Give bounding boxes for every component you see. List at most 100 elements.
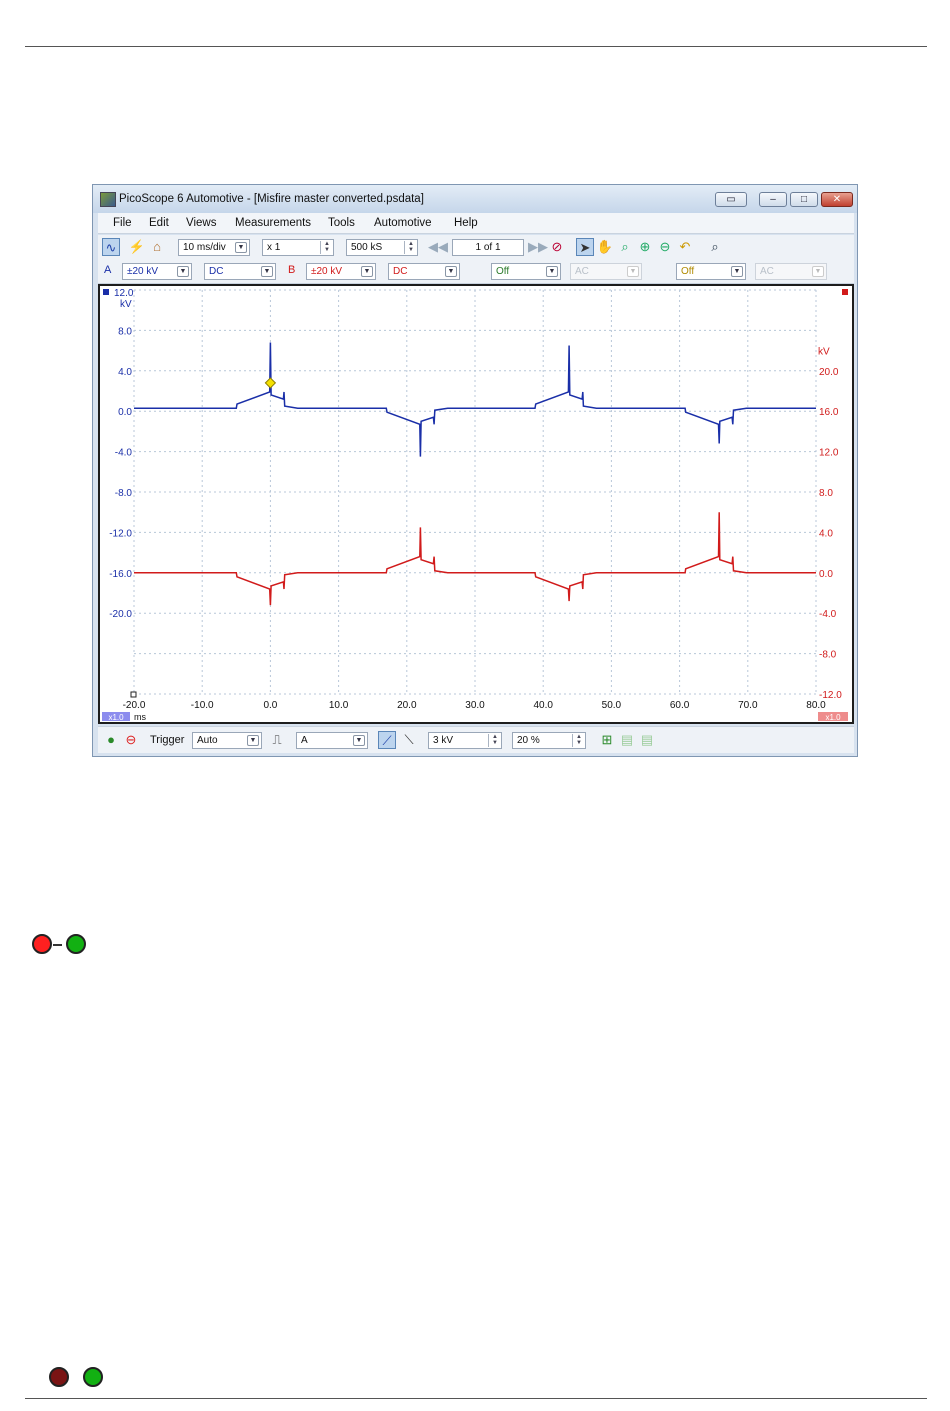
menu-tools[interactable]: Tools xyxy=(328,217,355,229)
pointer-icon[interactable]: ➤ xyxy=(576,238,594,256)
channel-b-coupling[interactable]: DC ▼ xyxy=(388,263,460,280)
trigger-advanced-icon[interactable]: ⎍ xyxy=(268,731,286,749)
trigger-label: Trigger xyxy=(150,734,185,746)
chevron-down-icon[interactable]: ▼ xyxy=(731,266,743,277)
previous-buffer-icon[interactable]: ◀◀ xyxy=(428,238,448,256)
timebase-value: 10 ms/div xyxy=(183,242,226,253)
samples-value: 500 kS xyxy=(351,242,383,253)
home-icon[interactable]: ⌂ xyxy=(148,238,166,256)
zoom-value: x 1 xyxy=(267,242,281,253)
spinner-icon[interactable]: ▲ ▼ xyxy=(572,734,585,747)
channel-d-coupling[interactable]: AC ▼ xyxy=(755,263,827,280)
channel-a-range-value: ±20 kV xyxy=(127,266,159,277)
chevron-down-icon[interactable]: ▼ xyxy=(235,242,247,253)
falling-edge-icon[interactable]: ⟍ xyxy=(400,731,418,749)
channel-c-range-value: Off xyxy=(496,266,510,277)
left-tick-label: 8.0 xyxy=(118,326,132,337)
samples-select[interactable]: 500 kS ▲ ▼ xyxy=(346,239,418,256)
menu-measurements[interactable]: Measurements xyxy=(235,217,311,229)
channel-b-marker xyxy=(842,289,848,295)
chevron-down-icon[interactable]: ▼ xyxy=(546,266,558,277)
right-scale-label: x1.0 xyxy=(825,713,841,722)
stop-icon[interactable]: ⊖ xyxy=(122,731,140,749)
chevron-down-icon[interactable]: ▼ xyxy=(177,266,189,277)
zoom-out-icon[interactable]: ⊖ xyxy=(656,238,674,256)
menu-automotive[interactable]: Automotive xyxy=(374,217,432,229)
x-tick-label: 60.0 xyxy=(670,700,690,711)
channel-d-coupling-value: AC xyxy=(760,266,774,277)
channel-a-coupling[interactable]: DC ▼ xyxy=(204,263,276,280)
menu-file[interactable]: File xyxy=(113,217,132,229)
chevron-down-icon[interactable]: ▼ xyxy=(361,266,373,277)
window-layout-button[interactable]: ▭ xyxy=(715,192,747,207)
x-tick-label: 70.0 xyxy=(738,700,758,711)
zoom-overview-icon[interactable]: ⌕ xyxy=(706,238,724,256)
rising-edge-icon[interactable]: ⟋ xyxy=(378,731,396,749)
scope-view[interactable]: -20.0 -10.0 0.0 10.0 20.0 30.0 40.0 50.0 60.0 70.… xyxy=(98,284,854,724)
auto-setup-icon[interactable]: ⚡ xyxy=(128,238,146,256)
chevron-down-icon[interactable]: ▼ xyxy=(445,266,457,277)
channel-a-range[interactable]: ±20 kV ▼ xyxy=(122,263,192,280)
undo-zoom-icon[interactable]: ↶ xyxy=(676,238,694,256)
maximize-button[interactable]: □ xyxy=(790,192,818,207)
close-button[interactable]: ✕ xyxy=(821,192,853,207)
x-tick-label: -20.0 xyxy=(123,700,146,711)
chevron-down-icon[interactable]: ▼ xyxy=(247,735,259,746)
left-tick-label: 4.0 xyxy=(118,367,132,378)
chevron-down-icon[interactable]: ▼ xyxy=(627,266,639,277)
x-tick-label: 40.0 xyxy=(533,700,553,711)
trigger-mode-value: Auto xyxy=(197,735,218,746)
left-tick-label: -16.0 xyxy=(109,569,132,580)
right-tick-label: 20.0 xyxy=(819,367,839,378)
channel-toolbar: A ±20 kV ▼ DC ▼ B ±20 kV ▼ DC ▼ Off ▼ AC… xyxy=(98,259,854,284)
chevron-down-icon[interactable]: ▼ xyxy=(353,735,365,746)
menu-views[interactable]: Views xyxy=(186,217,216,229)
timebase-select[interactable]: 10 ms/div ▼ xyxy=(178,239,250,256)
trigger-source-select[interactable]: A ▼ xyxy=(296,732,368,749)
buffer-value: 1 of 1 xyxy=(475,242,501,253)
green-led-icon xyxy=(66,934,86,954)
pretrigger-select[interactable]: 20 % ▲ ▼ xyxy=(512,732,586,749)
channel-a-label: A xyxy=(104,264,112,276)
zoom-area-icon[interactable]: ⌕ xyxy=(616,238,634,256)
channel-c-coupling[interactable]: AC ▼ xyxy=(570,263,642,280)
left-axis-unit: kV xyxy=(120,299,132,310)
left-tick-label: -4.0 xyxy=(115,448,133,459)
red-led-icon xyxy=(32,934,52,954)
menu-edit[interactable]: Edit xyxy=(149,217,169,229)
chevron-down-icon[interactable]: ▼ xyxy=(812,266,824,277)
edit-measurement-icon[interactable]: ▤ xyxy=(618,731,636,749)
channel-c-coupling-value: AC xyxy=(575,266,589,277)
spinner-icon[interactable]: ▲ ▼ xyxy=(320,241,333,254)
channel-d-range[interactable]: Off ▼ xyxy=(676,263,746,280)
x-tick-label: 0.0 xyxy=(263,700,277,711)
spinner-icon[interactable]: ▲ ▼ xyxy=(404,241,417,254)
zoom-select[interactable]: x 1 ▲ ▼ xyxy=(262,239,334,256)
add-measurement-icon[interactable]: ⊞ xyxy=(598,731,616,749)
minimize-button[interactable]: – xyxy=(759,192,787,207)
zoom-in-icon[interactable]: ⊕ xyxy=(636,238,654,256)
channel-d-range-value: Off xyxy=(681,266,695,277)
channel-a-coupling-value: DC xyxy=(209,266,224,277)
next-buffer-icon[interactable]: ▶▶ xyxy=(528,238,548,256)
channel-a-marker xyxy=(103,289,109,295)
buffer-navigator[interactable]: 1 of 1 xyxy=(452,239,524,256)
channel-b-range[interactable]: ±20 kV ▼ xyxy=(306,263,376,280)
threshold-select[interactable]: 3 kV ▲ ▼ xyxy=(428,732,502,749)
chevron-down-icon[interactable]: ▼ xyxy=(261,266,273,277)
trigger-mode-select[interactable]: Auto ▼ xyxy=(192,732,262,749)
compass-icon[interactable]: ⊘ xyxy=(548,238,566,256)
trigger-toolbar: ● ⊖ Trigger Auto ▼ ⎍ A ▼ ⟋ ⟍ 3 kV ▲ ▼ 20 … xyxy=(98,726,854,753)
delete-measurement-icon[interactable]: ▤ xyxy=(638,731,656,749)
channel-c-range[interactable]: Off ▼ xyxy=(491,263,561,280)
x-axis-unit: ms xyxy=(134,712,146,722)
menu-bar: File Edit Views Measurements Tools Autom… xyxy=(98,213,854,234)
status-indicator-darkred-green xyxy=(46,1360,118,1394)
hand-tool-icon[interactable]: ✋ xyxy=(596,238,614,256)
spinner-icon[interactable]: ▲ ▼ xyxy=(488,734,501,747)
left-axis-max-label: 12.0 xyxy=(114,288,134,299)
menu-help[interactable]: Help xyxy=(454,217,478,229)
app-icon xyxy=(100,192,116,207)
start-icon[interactable]: ● xyxy=(102,731,120,749)
scope-mode-icon[interactable]: ∿ xyxy=(102,238,120,256)
